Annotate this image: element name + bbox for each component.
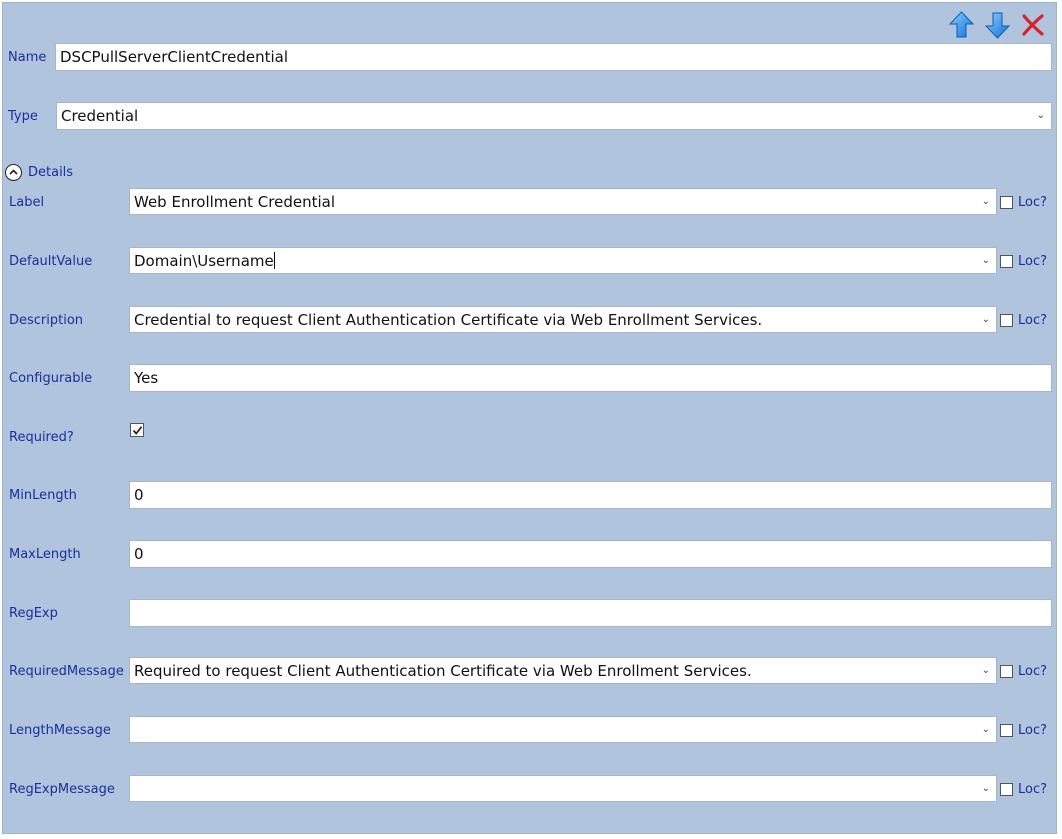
required-message-loc-checkbox[interactable] [1000, 665, 1013, 678]
configurable-label: Configurable [9, 371, 93, 386]
description-loc-checkbox[interactable] [1000, 314, 1013, 327]
required-message-loc-label: Loc? [1018, 664, 1048, 679]
required-message-input[interactable]: Required to request Client Authenticatio… [129, 657, 997, 684]
required-label: Required? [9, 430, 74, 445]
regexp-input[interactable] [129, 599, 1052, 627]
label-value: Web Enrollment Credential [134, 193, 336, 211]
length-message-input[interactable]: ⌄ [129, 716, 997, 743]
min-length-input[interactable]: 0 [129, 481, 1052, 509]
regexp-message-loc-checkbox[interactable] [1000, 783, 1013, 796]
configurable-value: Yes [134, 369, 159, 387]
min-length-value: 0 [134, 486, 144, 504]
checkmark-icon [132, 426, 143, 435]
min-length-label: MinLength [9, 488, 77, 503]
name-label: Name [8, 50, 47, 65]
default-value-loc-checkbox[interactable] [1000, 255, 1013, 268]
length-message-loc-label: Loc? [1018, 723, 1048, 738]
collapse-details-icon[interactable] [5, 164, 22, 181]
max-length-label: MaxLength [9, 547, 81, 562]
required-message-label: RequiredMessage [9, 664, 124, 679]
length-message-label: LengthMessage [9, 723, 111, 738]
chevron-down-icon: ⌄ [981, 724, 990, 735]
label-loc-label: Loc? [1018, 195, 1048, 210]
chevron-down-icon: ⌄ [981, 314, 990, 325]
chevron-down-icon: ⌄ [1036, 110, 1045, 121]
configurable-input[interactable]: Yes [129, 364, 1052, 392]
default-value-label: DefaultValue [9, 254, 93, 269]
required-message-value: Required to request Client Authenticatio… [134, 662, 752, 680]
type-select[interactable]: Credential ⌄ [56, 102, 1052, 130]
regexp-message-input[interactable]: ⌄ [129, 775, 997, 802]
default-value-value: Domain\Username [134, 252, 274, 270]
regexp-message-label: RegExpMessage [9, 782, 115, 797]
type-label: Type [8, 109, 38, 124]
regexp-label: RegExp [9, 606, 58, 621]
max-length-input[interactable]: 0 [129, 540, 1052, 568]
chevron-down-icon: ⌄ [981, 196, 990, 207]
delete-icon[interactable] [1021, 13, 1045, 37]
description-value: Credential to request Client Authenticat… [134, 311, 763, 329]
type-value: Credential [61, 107, 139, 125]
name-value: DSCPullServerClientCredential [60, 48, 288, 66]
max-length-value: 0 [134, 545, 144, 563]
move-up-icon[interactable] [948, 11, 975, 39]
details-toggle-label[interactable]: Details [28, 165, 73, 181]
length-message-loc-checkbox[interactable] [1000, 724, 1013, 737]
description-input[interactable]: Credential to request Client Authenticat… [129, 306, 997, 333]
default-value-loc-label: Loc? [1018, 254, 1048, 269]
chevron-down-icon: ⌄ [981, 783, 990, 794]
chevron-down-icon: ⌄ [981, 665, 990, 676]
required-checkbox[interactable] [130, 423, 144, 437]
default-value-input[interactable]: Domain\Username ⌄ [129, 247, 997, 274]
description-label: Description [9, 313, 84, 328]
field-label-label: Label [9, 195, 45, 210]
chevron-down-icon: ⌄ [981, 255, 990, 266]
description-loc-label: Loc? [1018, 313, 1048, 328]
label-input[interactable]: Web Enrollment Credential ⌄ [129, 188, 997, 215]
regexp-message-loc-label: Loc? [1018, 782, 1048, 797]
name-input[interactable]: DSCPullServerClientCredential [55, 43, 1052, 71]
text-cursor [273, 252, 275, 269]
label-loc-checkbox[interactable] [1000, 196, 1013, 209]
move-down-icon[interactable] [984, 11, 1011, 39]
